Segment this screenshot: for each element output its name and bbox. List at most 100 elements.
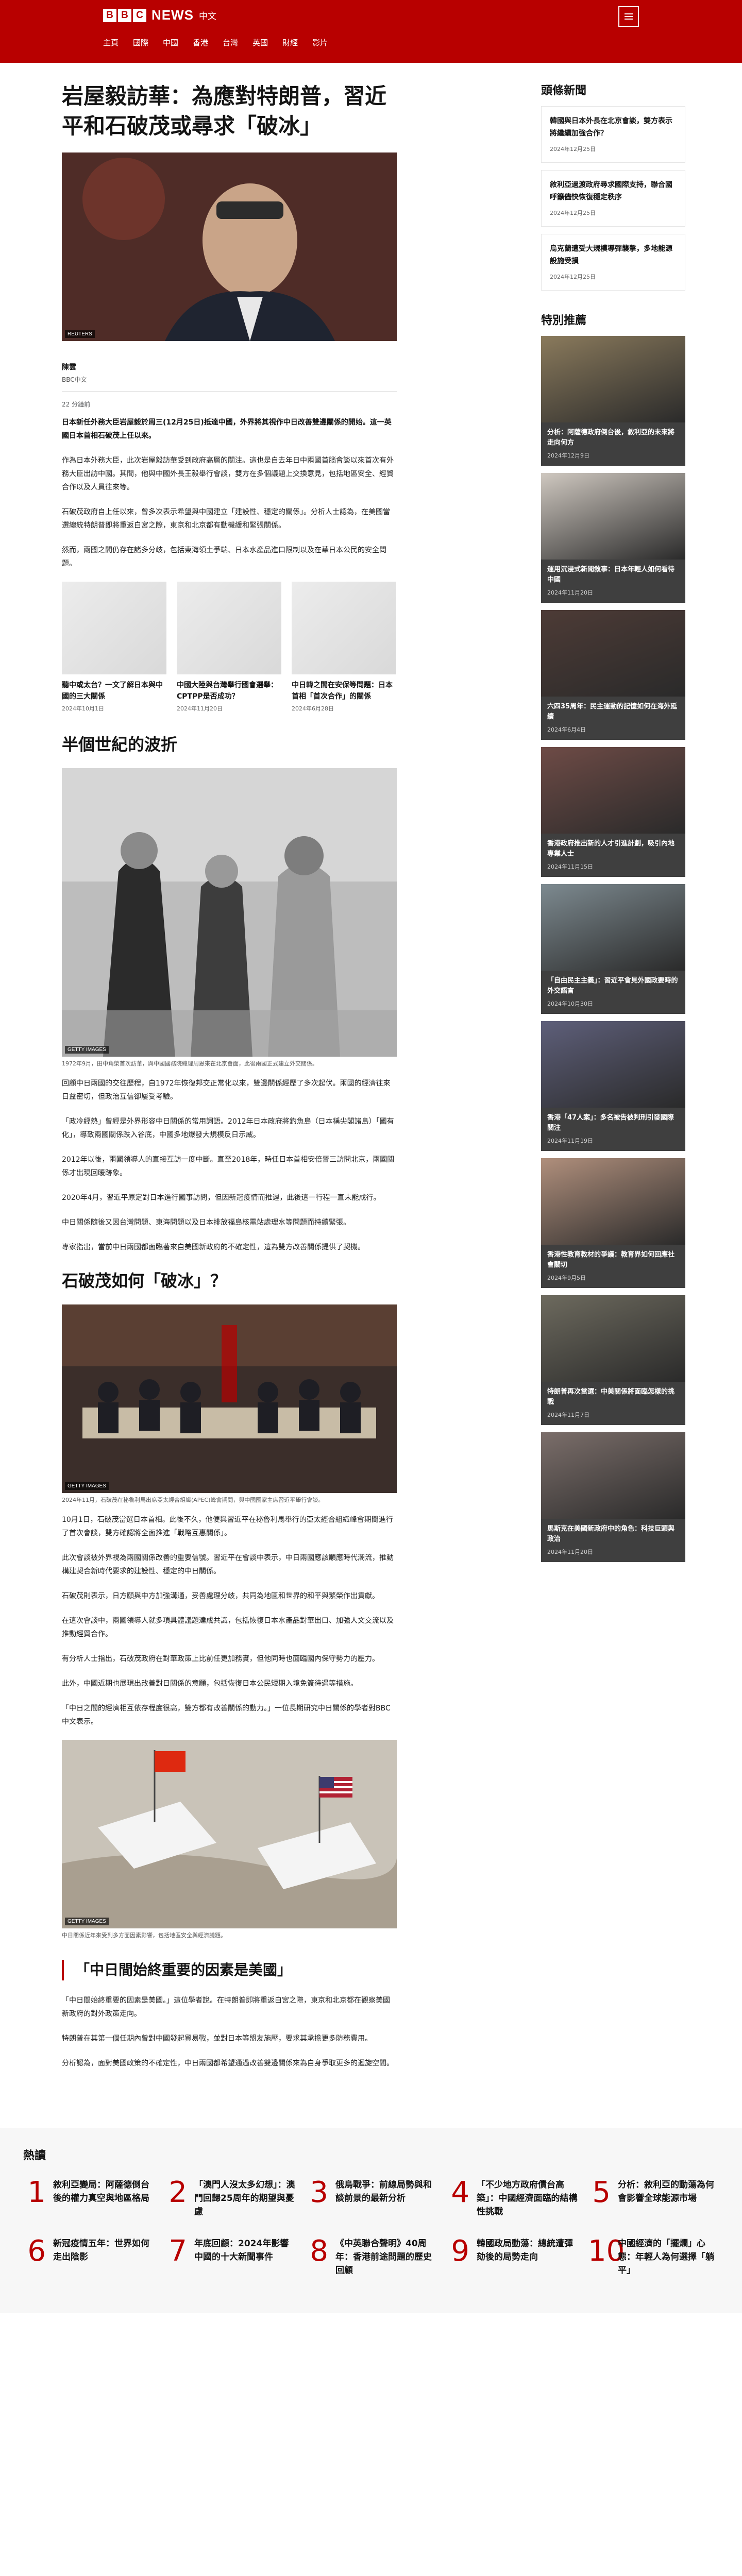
most-read-item[interactable]: 5 分析：敘利亞的動蕩為何會影響全球能源市場 — [588, 2178, 719, 2218]
most-read-rank: 10 — [588, 2234, 625, 2268]
article-paragraph: 專家指出，當前中日兩國都面臨著來自美國新政府的不確定性，這為雙方改善關係提供了契… — [62, 1243, 365, 1251]
most-read: 熱讀 1 敘利亞變局：阿薩德倒台後的權力真空與地區格局 2 「澳門人沒太多幻想」：澳門… — [0, 2128, 742, 2313]
featured-body: 馬斯克在美國新政府中的角色：科技巨頭與政治 2024年11月20日 — [541, 1519, 685, 1562]
photo-credit: GETTY IMAGES — [65, 1918, 109, 1925]
featured-body: 香港政府推出新的人才引進計劃，吸引內地專業人士 2024年11月15日 — [541, 834, 685, 877]
article-paragraph: 在這次會談中，兩國領導人就多項具體議題達成共識，包括恢復日本水產品對華出口、加強… — [62, 1617, 394, 1638]
most-read-title: 韓國政局動蕩：總統遭彈劾後的局勢走向 — [477, 2239, 573, 2262]
latest-news-date: 2024年12月25日 — [550, 274, 596, 280]
featured-thumbnail — [541, 473, 685, 560]
article-headline: 岩屋毅訪華：為應對特朗普，習近平和石破茂或尋求「破冰」 — [62, 83, 387, 139]
latest-news-date: 2024年12月25日 — [550, 210, 596, 216]
related-date: 2024年11月20日 — [177, 705, 223, 712]
most-read-item[interactable]: 7 年底回顧：2024年影響中國的十大新聞事件 — [164, 2237, 295, 2277]
logo-letter: B — [118, 8, 131, 22]
article-paragraph: 石破茂政府自上任以來，曾多次表示希望與中國建立「建設性、穩定的關係」。分析人士認… — [62, 508, 390, 530]
most-read-item[interactable]: 10 中國經濟的「擺爛」心態：年輕人為何選擇「躺平」 — [588, 2237, 719, 2277]
pull-quote: 「中日間始終重要的因素是美國」 — [62, 1960, 397, 1980]
article-paragraph: 「政冷經熱」曾經是外界形容中日關係的常用詞語。2012年日本政府將釣魚島（日本稱… — [62, 1117, 394, 1139]
most-read-title: 新冠疫情五年：世界如何走出陰影 — [53, 2239, 149, 2262]
most-read-rank: 3 — [310, 2176, 328, 2209]
most-read-rank: 7 — [168, 2234, 187, 2268]
most-read-title: 年底回顧：2024年影響中國的十大新聞事件 — [194, 2239, 289, 2262]
featured-body: 香港「47人案」：多名被告被判刑引發國際關注 2024年11月19日 — [541, 1108, 685, 1151]
article-paragraph: 2012年以後，兩國領導人的直接互訪一度中斷。直至2018年，時任日本首相安倍晉… — [62, 1156, 395, 1177]
nav-item-video[interactable]: 影片 — [312, 37, 335, 48]
featured-thumbnail — [541, 747, 685, 834]
article-paragraph: 回顧中日兩國的交往歷程，自1972年恢復邦交正常化以來，雙邊關係經歷了多次起伏。… — [62, 1079, 391, 1101]
featured-title: 馬斯克在美國新政府中的角色：科技巨頭與政治 — [547, 1525, 675, 1543]
most-read-item[interactable]: 4 「不少地方政府債台高築」：中國經濟面臨的結構性挑戰 — [447, 2178, 578, 2218]
most-read-item[interactable]: 9 韓國政局動蕩：總統遭彈劾後的局勢走向 — [447, 2237, 578, 2277]
featured-thumbnail — [541, 336, 685, 422]
featured-card[interactable]: 馬斯克在美國新政府中的角色：科技巨頭與政治 2024年11月20日 — [541, 1432, 685, 1562]
featured-thumbnail — [541, 1021, 685, 1108]
latest-news-card[interactable]: 韓國與日本外長在北京會談，雙方表示將繼續加強合作？ 2024年12月25日 — [541, 106, 685, 163]
article-paragraph: 此次會談被外界視為兩國關係改善的重要信號。習近平在會談中表示，中日兩國應該順應時… — [62, 1554, 394, 1575]
most-read-item[interactable]: 6 新冠疫情五年：世界如何走出陰影 — [23, 2237, 154, 2277]
menu-button[interactable] — [618, 6, 639, 27]
most-read-title: 中國經濟的「擺爛」心態：年輕人為何選擇「躺平」 — [618, 2239, 714, 2276]
nav-item-taiwan[interactable]: 台灣 — [223, 37, 245, 48]
most-read-rank: 2 — [168, 2176, 187, 2209]
featured-title: 香港性教育教材的爭議：教育界如何回應社會關切 — [547, 1251, 675, 1269]
photo-caption: 1972年9月，田中角榮首次訪華，與中國國務院總理周恩來在北京會面，此後兩國正式… — [62, 1060, 318, 1067]
related-card[interactable]: 聽中或太台？一文了解日本與中國的三大關係 2024年10月1日 — [62, 582, 166, 713]
featured-card[interactable]: 六四35周年：民主運動的記憶如何在海外延續 2024年6月4日 — [541, 610, 685, 740]
most-read-title: 敘利亞變局：阿薩德倒台後的權力真空與地區格局 — [53, 2180, 149, 2204]
photo-caption: 中日關係近年來受到多方面因素影響，包括地區安全與經濟議題。 — [62, 1932, 226, 1939]
nav-item-china[interactable]: 中國 — [163, 37, 185, 48]
featured-title: 香港「47人案」：多名被告被判刑引發國際關注 — [547, 1114, 674, 1132]
featured-card[interactable]: 「自由民主主義」：習近平會見外國政要時的外交語言 2024年10月30日 — [541, 884, 685, 1014]
most-read-item[interactable]: 8 《中英聯合聲明》40周年：香港前途問題的歷史回顧 — [306, 2237, 436, 2277]
article-lead: 日本新任外務大臣岩屋毅於周三(12月25日)抵達中國，外界將其視作中日改善雙邊關… — [62, 418, 392, 440]
article-paragraph: 石破茂則表示，日方願與中方加強溝通，妥善處理分歧，共同為地區和世界的和平與繁榮作… — [62, 1592, 379, 1600]
nav-item-hongkong[interactable]: 香港 — [193, 37, 215, 48]
section-heading: 半個世紀的波折 — [62, 735, 178, 754]
featured-title: 香港政府推出新的人才引進計劃，吸引內地專業人士 — [547, 840, 675, 858]
nav-item-international[interactable]: 國際 — [133, 37, 156, 48]
primary-nav: 主頁 國際 中國 香港 台灣 英國 財經 影片 — [103, 37, 342, 48]
featured-heading: 特別推薦 — [541, 314, 587, 327]
most-read-item[interactable]: 3 俄烏戰爭：前線局勢與和談前景的最新分析 — [306, 2178, 436, 2218]
section-heading: 石破茂如何「破冰」？ — [62, 1271, 227, 1291]
photo-credit: GETTY IMAGES — [65, 1482, 109, 1490]
featured-card[interactable]: 運用沉浸式新聞敘事：日本年輕人如何看待中國 2024年11月20日 — [541, 473, 685, 603]
featured-title: 「自由民主主義」：習近平會見外國政要時的外交語言 — [547, 977, 678, 995]
related-date: 2024年10月1日 — [62, 705, 104, 712]
related-title: 聽中或太台？一文了解日本與中國的三大關係 — [62, 681, 163, 701]
meeting-photo: GETTY IMAGES — [62, 1304, 397, 1493]
featured-body: 「自由民主主義」：習近平會見外國政要時的外交語言 2024年10月30日 — [541, 971, 685, 1014]
featured-card[interactable]: 分析：阿薩德政府倒台後，敘利亞的未來將走向何方 2024年12月9日 — [541, 336, 685, 466]
featured-thumbnail — [541, 884, 685, 971]
hamburger-icon — [625, 13, 633, 20]
most-read-item[interactable]: 1 敘利亞變局：阿薩德倒台後的權力真空與地區格局 — [23, 2178, 154, 2218]
most-read-item[interactable]: 2 「澳門人沒太多幻想」：澳門回歸25周年的期望與憂慮 — [164, 2178, 295, 2218]
photo-caption: 2024年11月，石破茂在秘魯利馬出席亞太經合組織(APEC)峰會期間，與中國國… — [62, 1497, 324, 1503]
featured-body: 分析：阿薩德政府倒台後，敘利亞的未來將走向何方 2024年12月9日 — [541, 422, 685, 466]
featured-date: 2024年11月20日 — [547, 589, 593, 596]
logo-language: 中文 — [199, 11, 216, 22]
article-paragraph: 「中日之間的經濟相互依存程度很高，雙方都有改善關係的動力。」一位長期研究中日關係… — [62, 1704, 391, 1726]
latest-news-card[interactable]: 烏克蘭遭受大規模導彈襲擊，多地能源設施受損 2024年12月25日 — [541, 234, 685, 291]
featured-body: 香港性教育教材的爭議：教育界如何回應社會關切 2024年9月5日 — [541, 1245, 685, 1288]
featured-body: 六四35周年：民主運動的記憶如何在海外延續 2024年6月4日 — [541, 697, 685, 740]
featured-card[interactable]: 香港性教育教材的爭議：教育界如何回應社會關切 2024年9月5日 — [541, 1158, 685, 1288]
featured-date: 2024年11月7日 — [547, 1412, 589, 1418]
featured-date: 2024年9月5日 — [547, 1275, 586, 1281]
article-paragraph: 此外，中國近期也展現出改善對日關係的意願，包括恢復日本公民短期入境免簽待遇等措施… — [62, 1680, 358, 1688]
latest-news-card[interactable]: 敘利亞過渡政府尋求國際支持，聯合國呼籲儘快恢復穩定秩序 2024年12月25日 — [541, 170, 685, 227]
related-card[interactable]: 中國大陸與台灣舉行國會選舉：CPTPP是否成功？ 2024年11月20日 — [177, 582, 281, 713]
related-card[interactable]: 中日韓之間在安保等問題：日本首相「首次合作」的關係 2024年6月28日 — [292, 582, 396, 713]
related-stories: 聽中或太台？一文了解日本與中國的三大關係 2024年10月1日 中國大陸與台灣舉… — [62, 582, 397, 713]
nav-item-uk[interactable]: 英國 — [252, 37, 275, 48]
bbc-news-logo[interactable]: B B C NEWS 中文 — [103, 7, 216, 23]
publish-date: 22 分鐘前 — [62, 401, 91, 408]
featured-card[interactable]: 香港政府推出新的人才引進計劃，吸引內地專業人士 2024年11月15日 — [541, 747, 685, 877]
nav-item-home[interactable]: 主頁 — [103, 37, 126, 48]
nav-item-business[interactable]: 財經 — [282, 37, 305, 48]
featured-card[interactable]: 香港「47人案」：多名被告被判刑引發國際關注 2024年11月19日 — [541, 1021, 685, 1151]
featured-card[interactable]: 特朗普再次當選：中美關係將面臨怎樣的挑戰 2024年11月7日 — [541, 1295, 685, 1425]
latest-heading: 頭條新聞 — [541, 84, 587, 97]
most-read-rank: 4 — [451, 2176, 469, 2209]
